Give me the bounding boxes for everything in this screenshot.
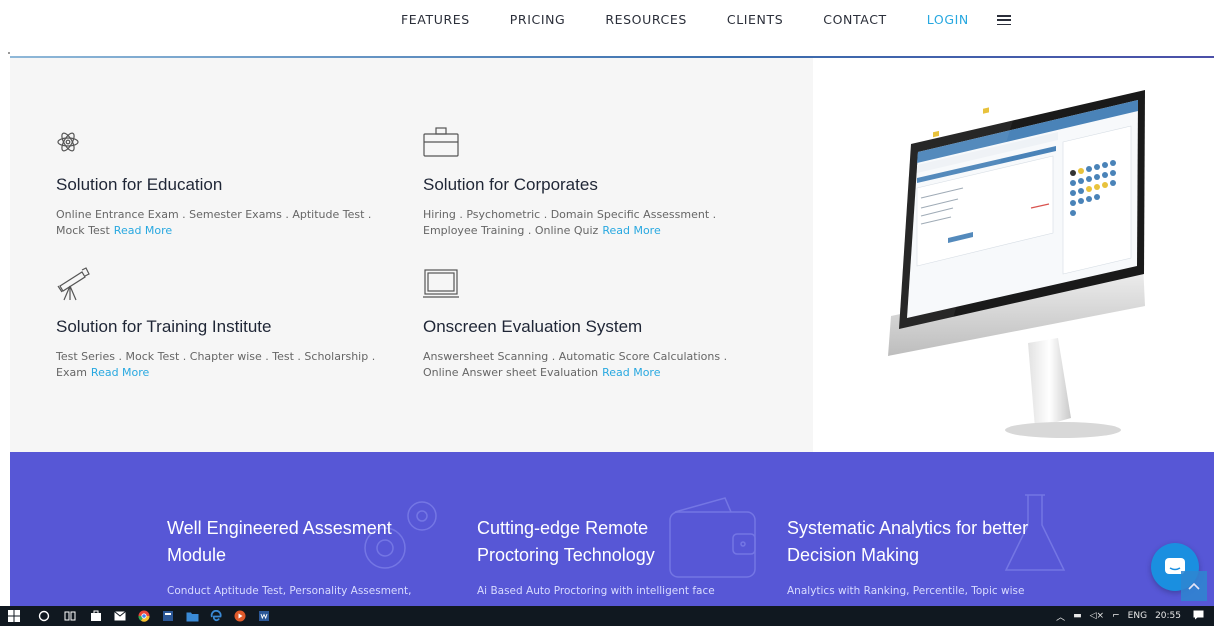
battery-icon[interactable]: ▬ bbox=[1073, 611, 1082, 621]
solution-title: Solution for Training Institute bbox=[56, 317, 272, 336]
solution-description: Answersheet Scanning . Automatic Score C… bbox=[423, 349, 753, 381]
solution-title: Onscreen Evaluation System bbox=[423, 317, 643, 336]
solutions-section: Solution for Education Online Entrance E… bbox=[10, 58, 813, 452]
read-more-link[interactable]: Read More bbox=[114, 224, 172, 237]
desktop-monitor-image bbox=[888, 90, 1145, 438]
mail-icon[interactable] bbox=[112, 608, 128, 624]
solution-title: Solution for Education bbox=[56, 175, 223, 194]
feature-title: Systematic Analytics for better Decision… bbox=[787, 515, 1028, 569]
system-tray: ︿ ▬ ◁× ⌐ ENG 20:55 bbox=[1048, 606, 1204, 626]
divider-dot bbox=[8, 52, 10, 54]
scroll-to-top-button[interactable] bbox=[1181, 571, 1207, 601]
word-icon[interactable] bbox=[256, 608, 272, 624]
feature-title-line: Proctoring Technology bbox=[477, 545, 655, 565]
feature-title-line: Systematic Analytics for better bbox=[787, 518, 1029, 538]
language-indicator[interactable]: ENG bbox=[1128, 611, 1147, 621]
read-more-link[interactable]: Read More bbox=[602, 366, 660, 379]
solution-desc-text: Hiring . Psychometric . Domain Specific … bbox=[423, 208, 717, 237]
nav-links: FEATURES PRICING RESOURCES CLIENTS CONTA… bbox=[401, 12, 1011, 27]
solution-description: Test Series . Mock Test . Chapter wise .… bbox=[56, 349, 386, 381]
calculator-icon[interactable] bbox=[160, 608, 176, 624]
feature-description: Ai Based Auto Proctoring with intelligen… bbox=[477, 585, 715, 597]
media-player-icon[interactable] bbox=[232, 608, 248, 624]
nav-link-clients[interactable]: CLIENTS bbox=[727, 12, 783, 27]
feature-remote-proctoring: Cutting-edge Remote Proctoring Technolog… bbox=[477, 515, 715, 597]
solution-onscreen-evaluation: Onscreen Evaluation System Answersheet S… bbox=[423, 266, 753, 381]
feature-title: Cutting-edge Remote Proctoring Technolog… bbox=[477, 515, 715, 569]
read-more-link[interactable]: Read More bbox=[602, 224, 660, 237]
nav-link-pricing[interactable]: PRICING bbox=[510, 12, 566, 27]
laptop-icon bbox=[423, 269, 459, 298]
atom-icon bbox=[57, 132, 79, 152]
monitor-illustration-panel bbox=[813, 58, 1214, 452]
feature-title-line: Well Engineered Assesment bbox=[167, 518, 392, 538]
nav-link-resources[interactable]: RESOURCES bbox=[605, 12, 687, 27]
edge-icon[interactable] bbox=[208, 608, 224, 624]
chrome-icon[interactable] bbox=[136, 608, 152, 624]
feature-title-line: Cutting-edge Remote bbox=[477, 518, 649, 538]
solution-desc-text: Answersheet Scanning . Automatic Score C… bbox=[423, 350, 728, 379]
feature-description: Conduct Aptitude Test, Personality Asses… bbox=[167, 585, 412, 597]
nav-link-contact[interactable]: CONTACT bbox=[823, 12, 886, 27]
feature-title: Well Engineered Assesment Module bbox=[167, 515, 412, 569]
volume-icon[interactable]: ◁× bbox=[1090, 611, 1104, 621]
windows-start-icon[interactable] bbox=[6, 608, 22, 624]
solution-desc-text: Online Entrance Exam . Semester Exams . … bbox=[56, 208, 372, 237]
solution-corporates: Solution for Corporates Hiring . Psychom… bbox=[423, 124, 753, 239]
nav-link-login[interactable]: LOGIN bbox=[927, 12, 969, 27]
solution-description: Hiring . Psychometric . Domain Specific … bbox=[423, 207, 753, 239]
nav-link-features[interactable]: FEATURES bbox=[401, 12, 470, 27]
task-view-icon[interactable] bbox=[62, 608, 78, 624]
telescope-icon bbox=[57, 267, 90, 301]
features-band: Well Engineered Assesment Module Conduct… bbox=[10, 452, 1214, 606]
briefcase-icon bbox=[423, 127, 459, 157]
solution-description: Online Entrance Exam . Semester Exams . … bbox=[56, 207, 386, 239]
solution-title: Solution for Corporates bbox=[423, 175, 598, 194]
file-explorer-icon[interactable] bbox=[184, 608, 200, 624]
network-icon[interactable]: ⌐ bbox=[1112, 611, 1120, 621]
solution-education: Solution for Education Online Entrance E… bbox=[56, 124, 386, 239]
chevron-up-tray-icon[interactable]: ︿ bbox=[1056, 610, 1065, 623]
feature-systematic-analytics: Systematic Analytics for better Decision… bbox=[787, 515, 1028, 597]
top-navigation: FEATURES PRICING RESOURCES CLIENTS CONTA… bbox=[0, 0, 1214, 56]
feature-title-line: Decision Making bbox=[787, 545, 920, 565]
notifications-icon[interactable] bbox=[1193, 610, 1204, 623]
feature-description: Analytics with Ranking, Percentile, Topi… bbox=[787, 585, 1025, 597]
feature-assessment-module: Well Engineered Assesment Module Conduct… bbox=[167, 515, 412, 597]
clock[interactable]: 20:55 bbox=[1155, 611, 1181, 621]
chevron-up-icon bbox=[1188, 582, 1200, 590]
store-icon[interactable] bbox=[88, 608, 104, 624]
feature-title-line: Module bbox=[167, 545, 227, 565]
solution-training-institute: Solution for Training Institute Test Ser… bbox=[56, 266, 386, 381]
hamburger-menu-icon[interactable] bbox=[996, 15, 1011, 25]
search-circle-icon[interactable] bbox=[36, 608, 52, 624]
read-more-link[interactable]: Read More bbox=[91, 366, 149, 379]
windows-taskbar: ︿ ▬ ◁× ⌐ ENG 20:55 bbox=[0, 606, 1214, 626]
